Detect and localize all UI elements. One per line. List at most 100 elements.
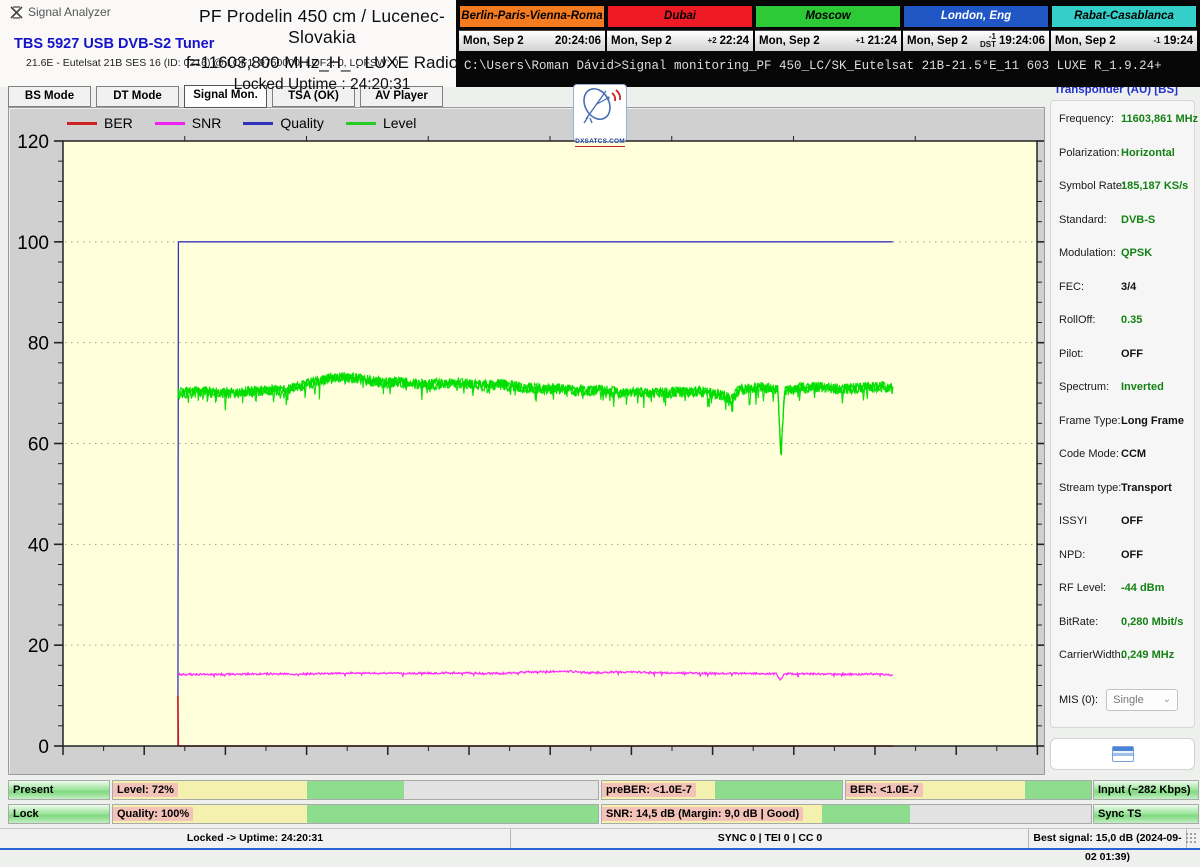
status-best-signal: Best signal: 15,0 dB (2024-09-02 01:39): [1028, 829, 1187, 863]
field-carrierwidth-: CarrierWidth: 0,249 MHz: [1059, 649, 1190, 683]
clock-rabat-casablanca: Rabat-Casablanca Mon, Sep 2 -1 19:24: [1051, 5, 1197, 51]
field-value: CCM: [1121, 448, 1147, 460]
clock-city: Berlin-Paris-Vienna-Roma: [459, 5, 605, 28]
tab-bs-mode[interactable]: BS Mode: [8, 86, 91, 107]
mis-value: Single: [1113, 693, 1144, 706]
field-value: Inverted: [1121, 381, 1164, 393]
dxsatcs-logo: DXSATCS.COM: [573, 84, 627, 147]
meter-lock: Lock: [8, 804, 110, 824]
meter-label: Sync TS: [1098, 808, 1142, 820]
field-fec-: FEC: 3/4: [1059, 281, 1190, 315]
clock-city: Moscow: [755, 5, 901, 28]
meter-sync-ts: Sync TS: [1093, 804, 1199, 824]
clock-berlin-paris-vienna-roma: Berlin-Paris-Vienna-Roma Mon, Sep 2 20:24…: [459, 5, 605, 51]
meter-preber: preBER: <1.0E-7: [601, 780, 843, 800]
field-label: Stream type:: [1059, 481, 1122, 494]
window-title: Signal Analyzer: [28, 5, 111, 19]
field-value: 0,280 Mbit/s: [1121, 615, 1184, 628]
field-label: RF Level:: [1059, 582, 1107, 594]
signal-analyzer-icon: [10, 5, 23, 19]
field-npd-: NPD: OFF: [1059, 549, 1190, 583]
field-value: OFF: [1121, 548, 1143, 561]
clock-time: Mon, Sep 2 +2 22:24: [607, 30, 753, 51]
world-clocks: Berlin-Paris-Vienna-Roma Mon, Sep 2 20:24…: [459, 5, 1197, 51]
clock-dubai: Dubai Mon, Sep 2 +2 22:24: [607, 5, 753, 51]
field-label: Symbol Rate:: [1059, 180, 1126, 192]
console-window: Berlin-Paris-Vienna-Roma Mon, Sep 2 20:24…: [456, 0, 1200, 87]
field-label: Standard:: [1059, 213, 1107, 226]
field-label: Frame Type:: [1059, 414, 1121, 427]
meter-label: preBER: <1.0E-7: [602, 783, 696, 797]
status-sync: SYNC 0 | TEI 0 | CC 0: [510, 829, 1029, 848]
field-issyi: ISSYI OFF: [1059, 515, 1190, 549]
meter-input-282-kbps-: Input (~282 Kbps): [1093, 780, 1199, 800]
field-label: ISSYI: [1059, 515, 1088, 527]
meter-label: Present: [13, 784, 54, 796]
frequency-line: f=11603,800 MHz_H_ : LUXE Radio: [185, 53, 459, 72]
clock-time: Mon, Sep 2 -1 19:24: [1051, 30, 1197, 51]
field-pilot-: Pilot: OFF: [1059, 348, 1190, 382]
svg-text:0: 0: [38, 737, 49, 758]
clock-time: Mon, Sep 2 +1 21:24: [755, 30, 901, 51]
field-bitrate-: BitRate: 0,280 Mbit/s: [1059, 616, 1190, 650]
field-value: 3/4: [1121, 280, 1137, 293]
mis-label: MIS (0):: [1059, 693, 1099, 706]
svg-text:120: 120: [17, 132, 49, 153]
transponder-fields: Frequency: 11603,861 MHz Polarization: Ho…: [1059, 113, 1198, 683]
resize-grip[interactable]: [1185, 832, 1198, 845]
meter-quality: Quality: 100%: [112, 804, 599, 824]
logo-text: DXSATCS.COM: [575, 138, 625, 147]
field-label: Code Mode:: [1059, 448, 1119, 460]
clock-london-eng: London, Eng Mon, Sep 2 -1 DST 19:24:06: [903, 5, 1049, 51]
capture-card-icon: [1111, 746, 1134, 762]
field-value: 0,249 MHz: [1121, 649, 1175, 661]
meter-label: BER: <1.0E-7: [846, 783, 923, 797]
meter-label: Level: 72%: [113, 783, 178, 797]
site-line: PF Prodelin 450 cm / Lucenec-Slovakia: [198, 6, 446, 47]
clock-time: Mon, Sep 2 -1 DST 19:24:06: [903, 30, 1049, 51]
field-label: CarrierWidth:: [1059, 649, 1124, 661]
field-value: DVB-S: [1121, 213, 1156, 226]
meter-snr: SNR: 14,5 dB (Margin: 9,0 dB | Good): [601, 804, 1092, 824]
meter-label: SNR: 14,5 dB (Margin: 9,0 dB | Good): [602, 807, 804, 821]
transponder-sidebar: Transponder (AU) [BS] Frequency: 11603,8…: [1050, 84, 1198, 770]
svg-text:40: 40: [28, 535, 49, 556]
field-modulation-: Modulation: QPSK: [1059, 247, 1190, 281]
clock-city: Rabat-Casablanca: [1051, 5, 1197, 28]
mis-row: MIS (0): Single ⌄: [1059, 688, 1190, 711]
app-title: Signal Analyzer: [10, 5, 111, 19]
clock-time: Mon, Sep 2 20:24:06: [459, 30, 605, 51]
meter-label: Lock: [13, 808, 39, 820]
field-label: Frequency:: [1059, 113, 1115, 125]
field-value: 0.35: [1121, 314, 1143, 326]
field-value: -44 dBm: [1121, 582, 1165, 594]
field-polarization-: Polarization: Horizontal: [1059, 147, 1190, 181]
session-header: PF Prodelin 450 cm / Lucenec-Slovakia f=…: [178, 6, 466, 94]
svg-text:80: 80: [28, 334, 49, 355]
clock-city: Dubai: [607, 5, 753, 28]
field-label: Polarization:: [1059, 146, 1120, 159]
field-symbol-rate-: Symbol Rate: 185,187 KS/s: [1059, 180, 1190, 214]
field-label: BitRate:: [1059, 615, 1099, 628]
field-frequency-: Frequency: 11603,861 MHz: [1059, 113, 1198, 147]
field-value: OFF: [1121, 515, 1143, 527]
field-label: NPD:: [1059, 548, 1086, 561]
svg-text:20: 20: [28, 636, 49, 657]
capture-button[interactable]: [1050, 738, 1195, 770]
meter-label: Input (~282 Kbps): [1098, 784, 1191, 796]
field-value: 185,187 KS/s: [1121, 180, 1189, 192]
tab-dt-mode[interactable]: DT Mode: [96, 86, 179, 107]
field-label: FEC:: [1059, 280, 1085, 293]
uptime-line: Locked Uptime : 24:20:31: [233, 76, 411, 93]
field-rolloff-: RollOff: 0.35: [1059, 314, 1190, 348]
svg-text:100: 100: [17, 233, 49, 254]
signal-chart: 0 20 40 60 80 100 120: [17, 132, 1044, 758]
field-label: Pilot:: [1059, 347, 1084, 360]
field-label: Spectrum:: [1059, 381, 1110, 393]
meter-level: Level: 72%: [112, 780, 599, 800]
field-value: Long Frame: [1121, 414, 1184, 427]
satellite-dish-icon: [583, 87, 622, 124]
field-label: Modulation:: [1059, 247, 1116, 259]
field-label: RollOff:: [1059, 314, 1096, 326]
mis-dropdown[interactable]: Single ⌄: [1106, 688, 1179, 711]
